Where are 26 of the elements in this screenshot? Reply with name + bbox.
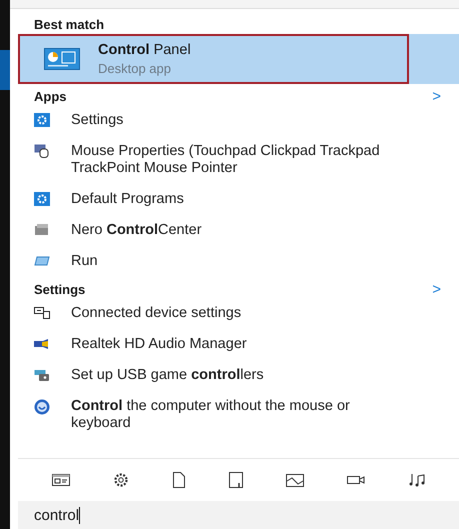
result-item[interactable]: Default Programs [18,184,459,215]
item-title: Connected device settings [71,305,242,322]
item-title: Run [71,253,98,270]
show-more-link[interactable]: > [432,88,441,105]
item-subtitle: Desktop app [98,61,172,76]
result-item[interactable]: Set up USB game controllers [18,360,459,391]
result-item[interactable]: Connected device settings [18,298,459,329]
search-field[interactable]: control [18,501,459,529]
show-more-link[interactable]: > [432,281,441,298]
item-title: Nero ControlCenter [71,222,202,239]
result-item[interactable]: Mouse Properties (Touchpad Clickpad Trackpad TrackPoint Mouse Pointer [18,136,459,184]
section-heading: Apps [33,89,66,104]
result-item[interactable]: Run [18,246,459,277]
item-title: Realtek HD Audio Manager [71,336,247,353]
item-title: Control the computer without the mouse or keyboard [71,398,351,432]
result-item[interactable]: Nero ControlCenter [18,215,459,246]
item-title: Default Programs [71,191,184,208]
item-title: Set up USB game controllers [71,367,264,384]
section-heading: Best match [33,16,106,31]
result-item[interactable]: Realtek HD Audio Manager [18,329,459,360]
item-title: Settings [71,112,124,129]
section-heading: Settings [33,282,86,297]
item-title: Control Panel [98,42,191,58]
result-item[interactable]: Settings [18,105,459,136]
result-item[interactable]: Control the computer without the mouse or keyboard [18,391,459,439]
item-title: Mouse Properties (Touchpad Clickpad Trackpad TrackPoint Mouse Pointer [71,143,381,177]
